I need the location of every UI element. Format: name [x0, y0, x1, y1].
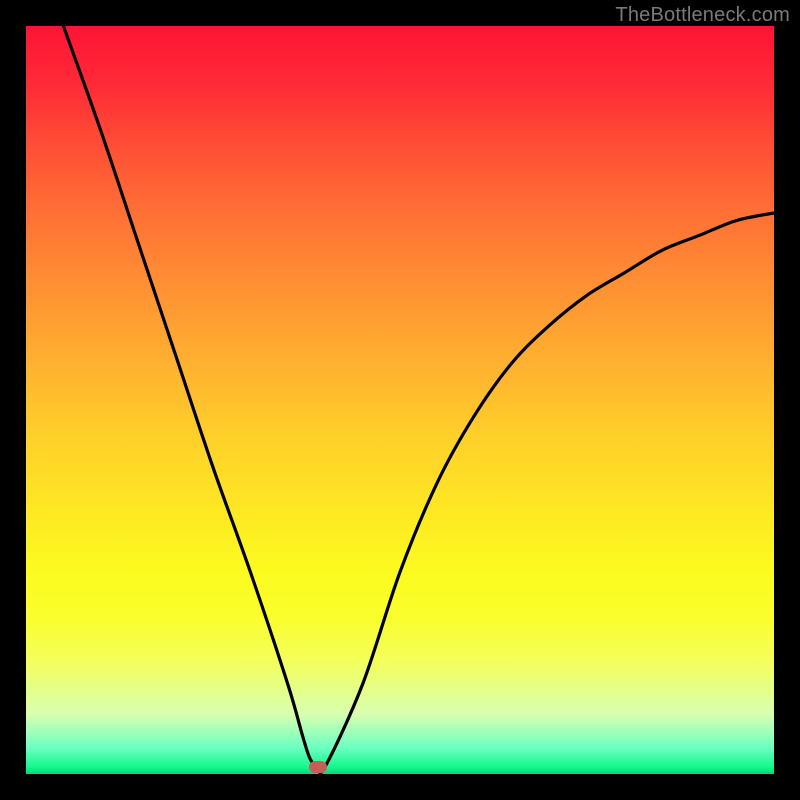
- chart-container: TheBottleneck.com: [0, 0, 800, 800]
- watermark-text: TheBottleneck.com: [615, 4, 790, 27]
- bottleneck-curve: [63, 26, 774, 773]
- optimum-marker: [309, 761, 327, 773]
- curve-layer: [26, 26, 774, 774]
